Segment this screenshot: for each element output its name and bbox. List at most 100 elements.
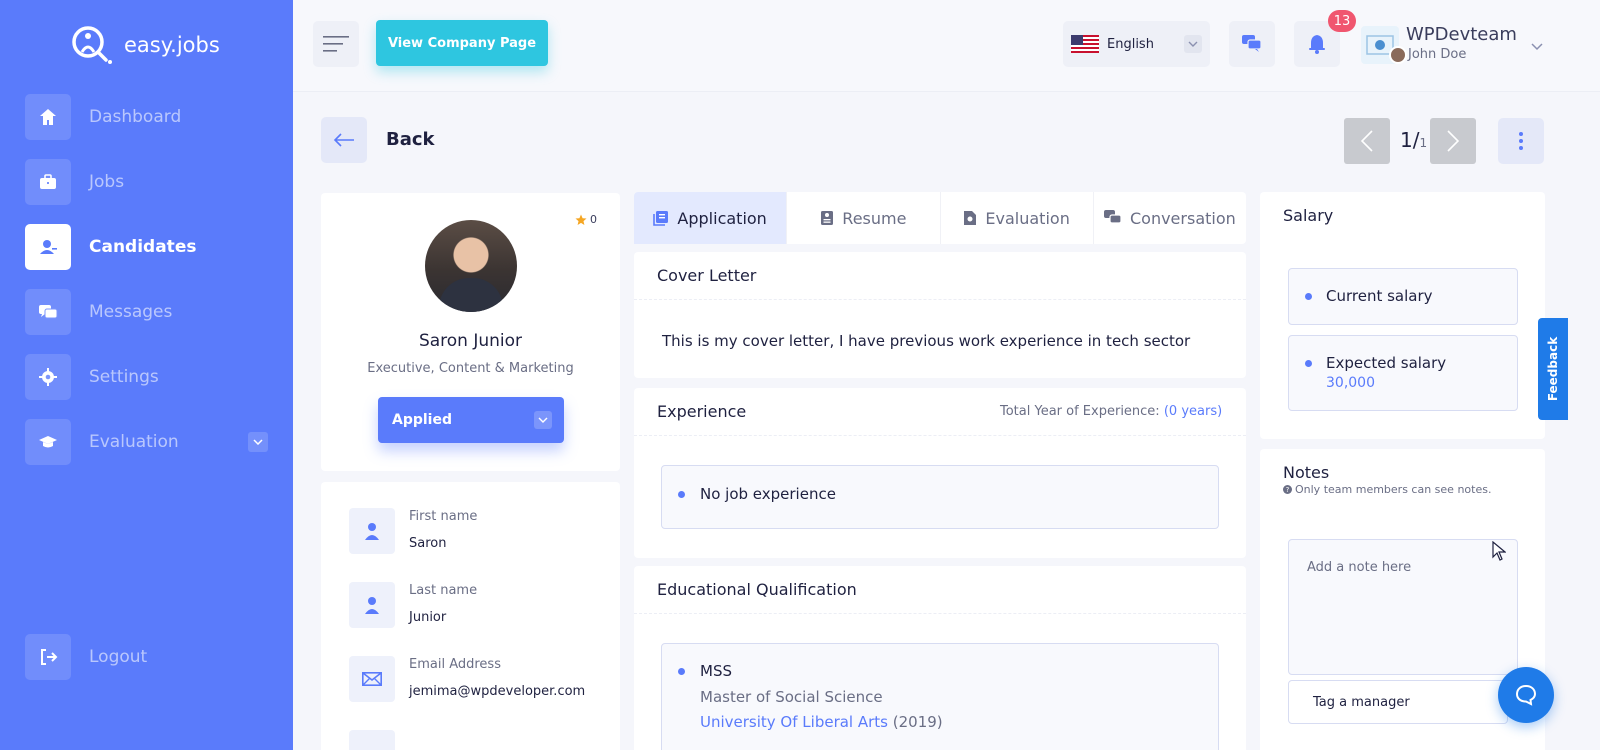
section-title: Cover Letter <box>657 266 757 285</box>
chat-icon <box>1242 35 1262 52</box>
sidebar-item-label: Settings <box>89 367 159 387</box>
graduation-cap-icon <box>25 419 71 465</box>
bullet-dot <box>1305 360 1312 367</box>
application-tabs: Application Resume Evaluation Conversati… <box>634 192 1246 244</box>
sidebar-item-candidates[interactable]: Candidates <box>25 224 293 270</box>
chat-icon <box>25 289 71 335</box>
sidebar-item-label: Jobs <box>89 172 125 192</box>
briefcase-icon <box>25 159 71 205</box>
chevron-down-icon[interactable] <box>248 432 268 452</box>
experience-empty-box: No job experience <box>661 465 1219 529</box>
language-label: English <box>1107 36 1154 52</box>
candidate-name: Saron Junior <box>418 331 523 351</box>
logo-icon <box>72 26 112 64</box>
sidebar-item-messages[interactable]: Messages <box>25 289 293 335</box>
chevron-down-icon <box>534 411 552 429</box>
tag-manager-select[interactable]: Tag a manager <box>1288 680 1508 724</box>
divider <box>634 613 1246 614</box>
company-name: WPDevteam <box>1406 24 1517 45</box>
resume-icon <box>821 211 834 225</box>
more-options-button[interactable] <box>1498 118 1544 164</box>
logout-button[interactable]: Logout <box>25 634 293 680</box>
divider <box>634 435 1246 436</box>
info-label: Email Address <box>409 657 501 672</box>
tab-evaluation[interactable]: Evaluation <box>941 192 1094 244</box>
sidebar-item-settings[interactable]: Settings <box>25 354 293 400</box>
tab-label: Application <box>677 208 767 228</box>
cover-letter-section: Cover Letter This is my cover letter, I … <box>634 252 1246 378</box>
cover-letter-text: This is my cover letter, I have previous… <box>662 332 1191 350</box>
pager-current: 1/ <box>1400 128 1420 152</box>
info-label: First name <box>409 509 478 524</box>
education-year: (2019) <box>892 713 943 731</box>
tab-resume[interactable]: Resume <box>787 192 941 244</box>
education-institution-link[interactable]: University Of Liberal Arts <box>700 713 888 731</box>
notes-hint-text: Only team members can see notes. <box>1295 483 1492 496</box>
us-flag-icon <box>1071 35 1099 53</box>
candidate-rating[interactable]: 0 <box>575 213 597 226</box>
sidebar: easy.jobs Dashboard Jobs Candidates Mess… <box>0 0 293 750</box>
language-selector[interactable]: English <box>1063 21 1210 67</box>
tab-label: Resume <box>842 208 907 228</box>
svg-text:?: ? <box>1286 486 1290 494</box>
back-button[interactable] <box>321 117 367 163</box>
gear-icon <box>25 354 71 400</box>
sidebar-item-jobs[interactable]: Jobs <box>25 159 293 205</box>
tab-label: Evaluation <box>985 208 1070 228</box>
expected-salary-label: Expected salary <box>1326 354 1447 372</box>
candidate-info-card: First name Saron Last name Junior Email … <box>321 482 620 750</box>
experience-total: Total Year of Experience: (0 years) <box>1000 404 1222 419</box>
chevron-down-icon <box>1184 35 1202 53</box>
info-value[interactable]: jemima@wpdeveloper.com <box>409 684 585 699</box>
sidebar-item-label: Evaluation <box>89 432 179 452</box>
pager-indicator: 1/1 <box>1400 128 1427 152</box>
user-icon <box>349 508 395 554</box>
chevron-down-icon[interactable] <box>1531 36 1543 55</box>
next-candidate-button[interactable] <box>1430 118 1476 164</box>
info-label: Last name <box>409 583 478 598</box>
tab-label: Conversation <box>1129 208 1236 228</box>
messages-button[interactable] <box>1229 21 1275 67</box>
notes-hint: ? Only team members can see notes. <box>1283 483 1491 496</box>
bullet-dot <box>678 668 685 675</box>
arrow-left-icon <box>333 133 354 147</box>
back-label: Back <box>386 129 435 150</box>
star-icon <box>575 214 587 225</box>
info-row-first-name: First name Saron <box>349 508 609 556</box>
education-section: Educational Qualification MSS Master of … <box>634 566 1246 750</box>
bell-icon <box>1309 35 1325 54</box>
bullet-dot <box>678 491 685 498</box>
education-degree: MSS <box>700 662 732 680</box>
chevron-right-icon <box>1447 130 1459 152</box>
candidate-role: Executive, Content & Marketing <box>367 361 574 376</box>
chat-icon <box>1103 210 1122 224</box>
sidebar-item-dashboard[interactable]: Dashboard <box>25 94 293 140</box>
tag-manager-placeholder: Tag a manager <box>1313 694 1410 710</box>
hamburger-icon <box>323 36 349 52</box>
education-item: MSS Master of Social Science University … <box>661 643 1219 750</box>
sidebar-item-label: Candidates <box>89 237 197 257</box>
menu-toggle-button[interactable] <box>313 21 359 67</box>
experience-total-label: Total Year of Experience: <box>1000 404 1160 419</box>
experience-total-value: (0 years) <box>1163 404 1223 419</box>
feedback-button[interactable]: Feedback <box>1538 318 1568 420</box>
view-company-page-button[interactable]: View Company Page <box>376 20 548 66</box>
more-vertical-icon <box>1519 132 1523 150</box>
brand-logo[interactable]: easy.jobs <box>70 24 220 66</box>
sidebar-item-evaluation[interactable]: Evaluation <box>25 419 293 465</box>
envelope-icon <box>349 656 395 702</box>
tab-conversation[interactable]: Conversation <box>1094 192 1246 244</box>
current-salary-box: Current salary <box>1288 268 1518 325</box>
experience-empty-text: No job experience <box>700 485 836 503</box>
status-label: Applied <box>392 412 452 428</box>
tab-application[interactable]: Application <box>634 192 788 244</box>
note-input[interactable] <box>1288 539 1518 675</box>
user-icon <box>349 582 395 628</box>
info-value: Saron <box>409 536 447 551</box>
mouse-cursor-icon <box>1492 540 1507 565</box>
notification-count-badge: 13 <box>1328 10 1356 32</box>
user-name: John Doe <box>1408 47 1467 62</box>
candidate-status-dropdown[interactable]: Applied <box>378 397 564 443</box>
previous-candidate-button[interactable] <box>1344 118 1390 164</box>
live-chat-button[interactable] <box>1498 667 1554 723</box>
